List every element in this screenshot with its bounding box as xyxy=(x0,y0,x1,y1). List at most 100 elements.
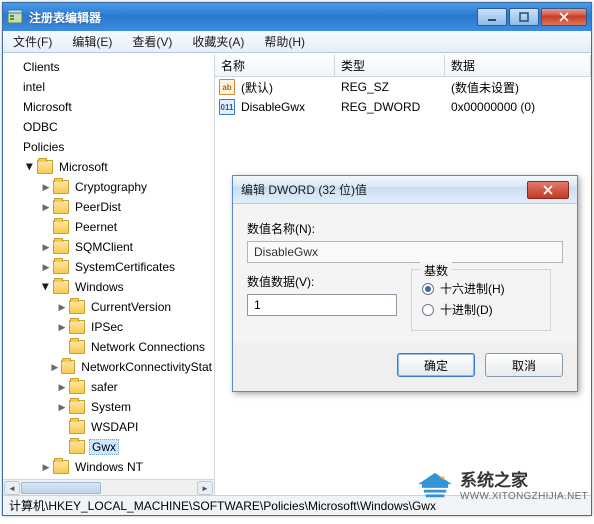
tree-item[interactable]: ▶ System xyxy=(3,397,214,417)
dialog-actions: 确定 取消 xyxy=(233,343,577,391)
tree-h-scrollbar[interactable]: ◄ ► xyxy=(3,479,214,495)
col-data[interactable]: 数据 xyxy=(445,55,591,76)
tree-item-label: IPSec xyxy=(89,320,125,334)
expand-arrow-icon[interactable]: ▶ xyxy=(55,380,69,394)
expand-arrow-icon[interactable]: ▶ xyxy=(55,320,69,334)
dialog-close-button[interactable] xyxy=(527,181,569,199)
dialog-titlebar[interactable]: 编辑 DWORD (32 位)值 xyxy=(233,176,577,204)
tree-item[interactable]: ▶ IPSec xyxy=(3,317,214,337)
maximize-button[interactable] xyxy=(509,8,539,26)
ok-button[interactable]: 确定 xyxy=(397,353,475,377)
app-icon xyxy=(7,9,23,25)
arrow-placeholder xyxy=(39,220,53,234)
expand-arrow-icon[interactable]: ▶ xyxy=(39,180,53,194)
tree-item-label: intel xyxy=(21,80,47,94)
arrow-placeholder xyxy=(55,420,69,434)
list-row[interactable]: 011DisableGwxREG_DWORD0x00000000 (0) xyxy=(215,97,591,117)
menu-view[interactable]: 查看(V) xyxy=(128,31,176,52)
tree-item[interactable]: Network Connections xyxy=(3,337,214,357)
scroll-right-button[interactable]: ► xyxy=(197,481,213,495)
folder-icon xyxy=(53,220,69,234)
expand-arrow-icon[interactable]: ▶ xyxy=(39,260,53,274)
reg-dword-icon: 011 xyxy=(219,99,235,115)
folder-icon xyxy=(53,240,69,254)
close-button[interactable] xyxy=(541,8,587,26)
tree-item[interactable]: Gwx xyxy=(3,437,214,457)
radio-hex[interactable]: 十六进制(H) xyxy=(422,280,540,297)
minimize-button[interactable] xyxy=(477,8,507,26)
cell-type: REG_DWORD xyxy=(341,100,451,114)
tree-item-label: CurrentVersion xyxy=(89,300,173,314)
value-data-input[interactable] xyxy=(247,294,397,316)
value-name-label: 数值名称(N): xyxy=(247,220,563,237)
tree-item-label: System xyxy=(89,400,133,414)
tree-item-label: ODBC xyxy=(21,120,60,134)
arrow-placeholder xyxy=(55,440,69,454)
tree-item-label: Gwx xyxy=(89,439,119,455)
tree-item-label: Policies xyxy=(21,140,66,154)
tree-item[interactable]: Policies xyxy=(3,137,214,157)
arrow-placeholder xyxy=(7,100,21,114)
expand-arrow-icon[interactable]: ▶ xyxy=(39,280,53,294)
tree-item[interactable]: WSDAPI xyxy=(3,417,214,437)
tree-item[interactable]: ▶ SQMClient xyxy=(3,237,214,257)
tree-item[interactable]: Clients xyxy=(3,57,214,77)
tree-item-label: Cryptography xyxy=(73,180,149,194)
menu-favorites[interactable]: 收藏夹(A) xyxy=(188,31,248,52)
tree-item-label: PeerDist xyxy=(73,200,123,214)
scroll-left-button[interactable]: ◄ xyxy=(4,481,20,495)
expand-arrow-icon[interactable]: ▶ xyxy=(39,240,53,254)
folder-icon xyxy=(69,340,85,354)
folder-icon xyxy=(69,440,85,454)
value-data-label: 数值数据(V): xyxy=(247,273,397,290)
base-legend: 基数 xyxy=(420,262,452,279)
col-type[interactable]: 类型 xyxy=(335,55,445,76)
dialog-title: 编辑 DWORD (32 位)值 xyxy=(241,181,527,198)
folder-icon xyxy=(53,260,69,274)
tree-item[interactable]: ▶NetworkConnectivityStat xyxy=(3,357,214,377)
tree-item[interactable]: intel xyxy=(3,77,214,97)
window-title: 注册表编辑器 xyxy=(29,9,477,26)
expand-arrow-icon[interactable]: ▶ xyxy=(39,200,53,214)
folder-icon xyxy=(69,320,85,334)
radio-dec[interactable]: 十进制(D) xyxy=(422,301,540,318)
radio-hex-label: 十六进制(H) xyxy=(440,280,505,297)
menu-file[interactable]: 文件(F) xyxy=(9,31,56,52)
tree-pane[interactable]: Clients intel Microsoft ODBC Policies ▶Micros… xyxy=(3,55,215,495)
column-headers: 名称 类型 数据 xyxy=(215,55,591,77)
arrow-placeholder xyxy=(7,80,21,94)
menu-help[interactable]: 帮助(H) xyxy=(260,31,309,52)
watermark-en: WWW.XITONGZHIJIA.NET xyxy=(460,491,588,503)
titlebar[interactable]: 注册表编辑器 xyxy=(3,3,591,31)
tree-item-label: Microsoft xyxy=(21,100,74,114)
tree-item[interactable]: Microsoft xyxy=(3,97,214,117)
cell-data: (数值未设置) xyxy=(451,79,591,96)
watermark-logo-icon xyxy=(416,471,454,501)
list-row[interactable]: ab(默认)REG_SZ(数值未设置) xyxy=(215,77,591,97)
tree-item[interactable]: Peernet xyxy=(3,217,214,237)
tree-item[interactable]: ▶ Cryptography xyxy=(3,177,214,197)
expand-arrow-icon[interactable]: ▶ xyxy=(49,360,61,374)
scroll-thumb[interactable] xyxy=(21,482,101,494)
menu-edit[interactable]: 编辑(E) xyxy=(68,31,116,52)
cell-type: REG_SZ xyxy=(341,80,451,94)
tree-item-label: Windows xyxy=(73,280,126,294)
tree-item-label: safer xyxy=(89,380,120,394)
tree-item[interactable]: ▶ CurrentVersion xyxy=(3,297,214,317)
tree-item[interactable]: ▶ Windows xyxy=(3,277,214,297)
tree-item[interactable]: ▶Microsoft xyxy=(3,157,214,177)
expand-arrow-icon[interactable]: ▶ xyxy=(23,160,37,174)
expand-arrow-icon[interactable]: ▶ xyxy=(55,300,69,314)
tree-item[interactable]: ▶SystemCertificates xyxy=(3,257,214,277)
expand-arrow-icon[interactable]: ▶ xyxy=(55,400,69,414)
tree-item[interactable]: ▶ safer xyxy=(3,377,214,397)
tree-item[interactable]: ODBC xyxy=(3,117,214,137)
cancel-button[interactable]: 取消 xyxy=(485,353,563,377)
tree-item[interactable]: ▶Windows NT xyxy=(3,457,214,477)
folder-icon xyxy=(37,160,53,174)
col-name[interactable]: 名称 xyxy=(215,55,335,76)
expand-arrow-icon[interactable]: ▶ xyxy=(39,460,53,474)
tree-item[interactable]: ▶ PeerDist xyxy=(3,197,214,217)
folder-icon xyxy=(69,420,85,434)
tree-item-label: SQMClient xyxy=(73,240,135,254)
